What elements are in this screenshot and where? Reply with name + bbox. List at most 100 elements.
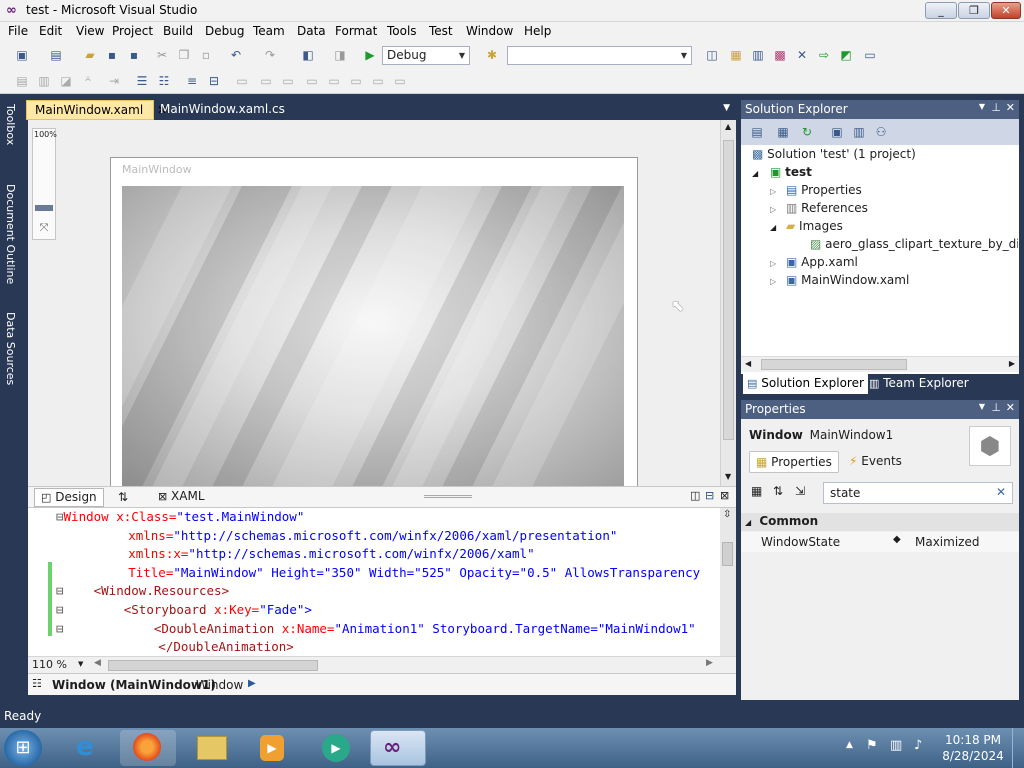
close-icon[interactable]: ✕ (1006, 101, 1015, 114)
clock[interactable]: 10:18 PM 8/28/2024 (940, 732, 1006, 764)
prev-bookmark-folder-icon[interactable]: ▭ (304, 73, 320, 89)
tree-item-references[interactable]: ▷ ▥ References (770, 201, 868, 215)
show-hidden-icons[interactable]: ▲ (846, 740, 853, 750)
add-item-icon[interactable]: ▤ (48, 47, 64, 63)
command-window-icon[interactable]: ▭ (862, 47, 878, 63)
menu-window[interactable]: Window (466, 24, 513, 38)
xaml-editor[interactable]: ⊟Window x:Class="test.MainWindow" xmlns=… (28, 508, 736, 656)
next-bookmark-doc-icon[interactable]: ▭ (370, 73, 386, 89)
expanded-arrow-icon[interactable]: ◢ (745, 518, 751, 527)
show-all-files-icon[interactable]: ▤ (749, 124, 765, 140)
action-center-flag-icon[interactable]: ⚑ (866, 738, 878, 753)
code-line[interactable]: xmlns="http://schemas.microsoft.com/winf… (68, 527, 617, 546)
network-icon[interactable]: ▥ (890, 738, 902, 753)
tab-toolbox[interactable]: Toolbox (2, 104, 18, 145)
menu-debug[interactable]: Debug (205, 24, 244, 38)
editor-vertical-scrollbar[interactable]: ⇳ (720, 508, 736, 656)
cut-icon[interactable]: ✂ (154, 47, 170, 63)
explorer-taskbar-button[interactable] (184, 730, 240, 766)
breadcrumb-element[interactable]: Window (MainWindow1) (52, 678, 216, 692)
indent-icon[interactable]: ⇥ (106, 73, 122, 89)
bookmark-icon[interactable]: ▭ (234, 73, 250, 89)
clear-search-icon[interactable]: ✕ (996, 485, 1006, 499)
tab-data-sources[interactable]: Data Sources (2, 312, 18, 385)
tab-events[interactable]: ⚡ Events (843, 451, 908, 473)
prev-bookmark-icon[interactable]: ▭ (258, 73, 274, 89)
code-line[interactable]: </DoubleAnimation> (68, 638, 293, 656)
volume-muted-icon[interactable]: ♪ (914, 738, 922, 753)
tree-item-app-xaml[interactable]: ▷ ▣ App.xaml (770, 255, 858, 269)
tab-mainwindow-xaml[interactable]: MainWindow.xaml ✕ (26, 100, 167, 120)
code-line[interactable]: xmlns:x="http://schemas.microsoft.com/wi… (68, 545, 534, 564)
navigate-forward-icon[interactable]: ◨ (332, 47, 348, 63)
close-button[interactable]: ✕ (991, 2, 1021, 19)
menu-team[interactable]: Team (253, 24, 285, 38)
code-line[interactable]: ⊟ <Storyboard x:Key="Fade"> (56, 601, 312, 620)
collapse-icon[interactable]: ⊟ (56, 621, 64, 636)
start-page-icon[interactable]: ⇨ (816, 47, 832, 63)
align-rights-icon[interactable]: ◪ (58, 73, 74, 89)
split-editor-icon[interactable]: ⇳ (723, 509, 731, 520)
tree-item-solution[interactable]: ▩ Solution 'test' (1 project) (752, 147, 916, 161)
toolbox-icon[interactable]: ▩ (772, 47, 788, 63)
alphabetical-icon[interactable]: ⇅ (773, 484, 783, 498)
property-value[interactable]: Maximized (915, 535, 979, 549)
fit-to-view-icon[interactable]: ⤧ (35, 221, 53, 237)
horizontal-scroll-thumb[interactable] (108, 660, 318, 671)
scroll-thumb[interactable] (761, 359, 907, 370)
visual-studio-taskbar-button[interactable]: ∞ (370, 730, 426, 766)
menu-data[interactable]: Data (297, 24, 326, 38)
property-marker-icon[interactable]: ◆ (893, 534, 901, 545)
next-bookmark-folder-icon[interactable]: ▭ (326, 73, 342, 89)
code-line[interactable]: ⊟ <DoubleAnimation x:Name="Animation1" S… (56, 620, 696, 639)
clear-bookmarks-icon[interactable]: ▭ (392, 73, 408, 89)
prev-bookmark-doc-icon[interactable]: ▭ (348, 73, 364, 89)
view-class-diagram-icon[interactable]: ⚇ (873, 124, 889, 140)
scroll-down-icon[interactable]: ▼ (725, 472, 731, 481)
expanded-arrow-icon[interactable]: ◢ (752, 169, 758, 178)
tab-dropdown-icon[interactable]: ▼ (723, 103, 730, 113)
scroll-thumb[interactable] (722, 542, 733, 566)
find-combo[interactable]: ▼ (507, 46, 692, 65)
navigate-backward-icon[interactable]: ◧ (300, 47, 316, 63)
sort-by-source-icon[interactable]: ⇲ (795, 484, 805, 498)
swap-panes-button[interactable]: ⇅ (118, 490, 128, 504)
collapse-icon[interactable]: ⊟ (56, 583, 64, 598)
collapsed-arrow-icon[interactable]: ▷ (770, 205, 776, 214)
redo-icon[interactable]: ↷ (262, 47, 278, 63)
menu-format[interactable]: Format (335, 24, 377, 38)
categorized-icon[interactable]: ▦ (751, 484, 762, 498)
firefox-taskbar-button[interactable] (120, 730, 176, 766)
breadcrumb-type[interactable]: Window (196, 678, 243, 692)
zoom-slider-thumb[interactable] (35, 205, 53, 211)
comment-out-icon[interactable]: ≡ (184, 73, 200, 89)
panel-dropdown-icon[interactable]: ▼ (979, 402, 985, 411)
tab-team-explorer[interactable]: ▥ Team Explorer (865, 374, 973, 394)
open-file-icon[interactable]: ▰ (82, 47, 98, 63)
menu-build[interactable]: Build (163, 24, 193, 38)
uncomment-icon[interactable]: ⊟ (206, 73, 222, 89)
menu-test[interactable]: Test (429, 24, 453, 38)
collapse-icon[interactable]: ⊟ (56, 509, 64, 524)
chevron-down-icon[interactable]: ▼ (78, 660, 83, 668)
undo-icon[interactable]: ↶ (228, 47, 244, 63)
extension-manager-icon[interactable]: ✕ (794, 47, 810, 63)
code-line[interactable]: ⊟ <Window.Resources> (56, 582, 229, 601)
scroll-right-icon[interactable]: ▶ (1009, 359, 1015, 368)
expanded-arrow-icon[interactable]: ◢ (770, 223, 776, 232)
scroll-thumb[interactable] (723, 140, 734, 440)
align-lefts-icon[interactable]: ▤ (14, 73, 30, 89)
panel-dropdown-icon[interactable]: ▼ (979, 102, 985, 111)
collapsed-arrow-icon[interactable]: ▷ (770, 259, 776, 268)
splitter-grip[interactable] (424, 495, 472, 498)
tab-properties[interactable]: ▦ Properties (749, 451, 839, 473)
editor-zoom[interactable]: 110 % (32, 658, 67, 671)
tree-item-images-folder[interactable]: ◢ ▰ Images (770, 219, 843, 233)
tree-item-properties[interactable]: ▷ ▤ Properties (770, 183, 862, 197)
minimize-button[interactable]: _ (925, 2, 957, 19)
close-icon[interactable]: ✕ (1006, 401, 1015, 414)
document-outline-icon[interactable]: ☷ (32, 677, 42, 690)
refresh-icon[interactable]: ↻ (799, 124, 815, 140)
scroll-up-icon[interactable]: ▲ (725, 122, 731, 131)
new-project-icon[interactable]: ▣ (14, 47, 30, 63)
